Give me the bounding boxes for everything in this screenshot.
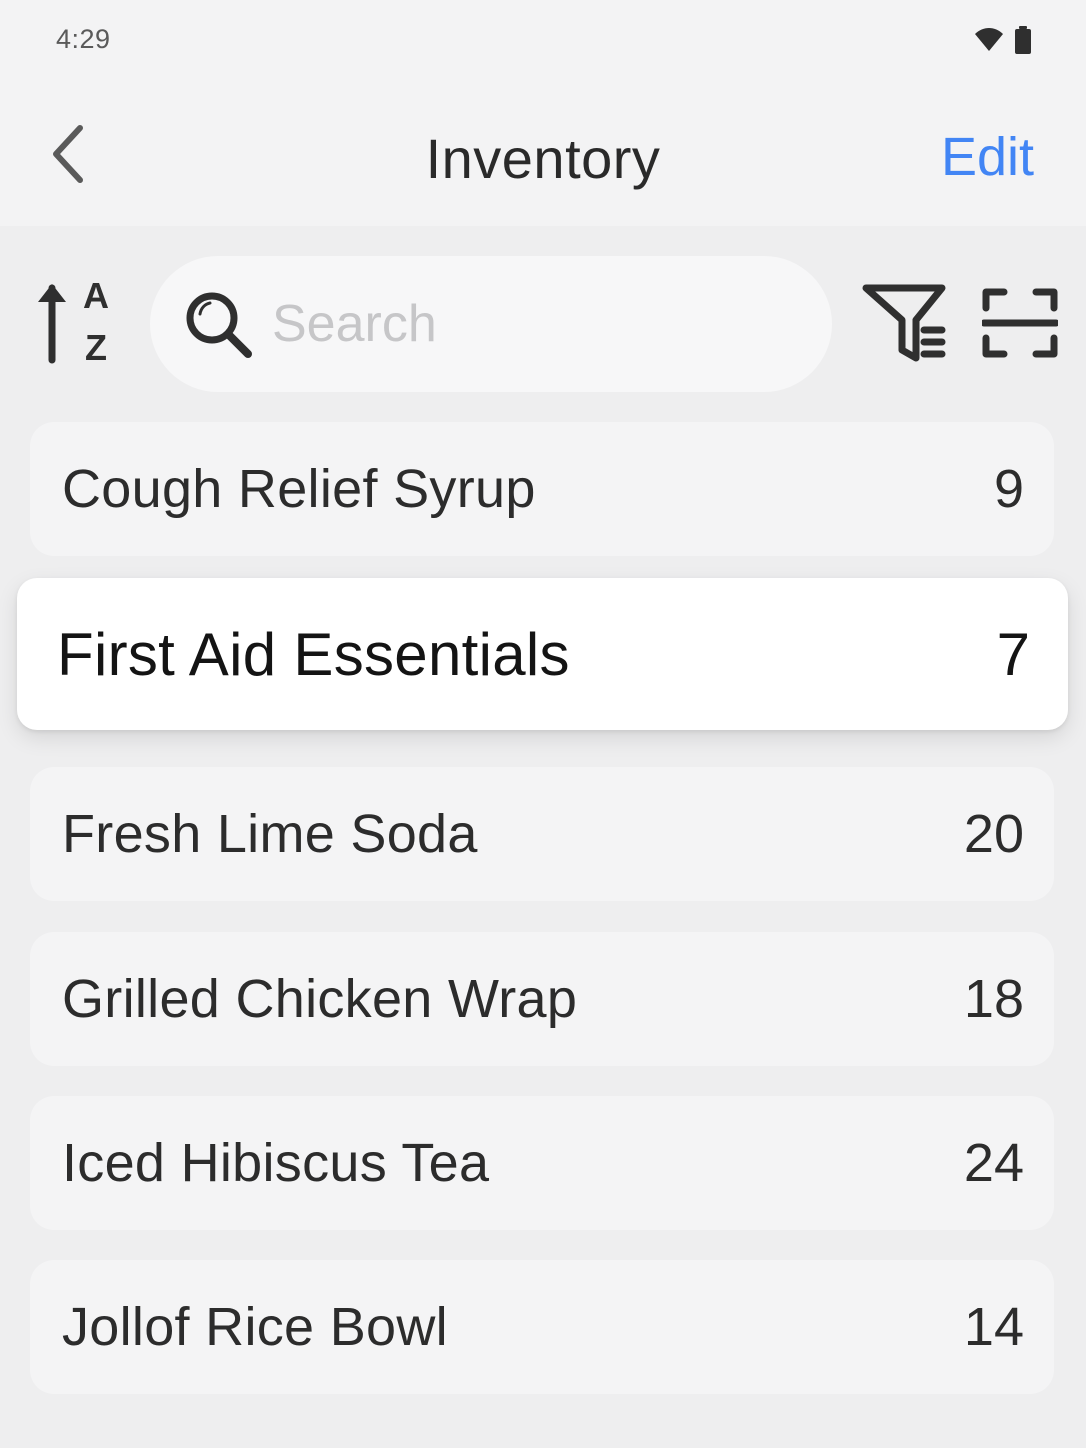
edit-button[interactable]: Edit xyxy=(941,126,1034,188)
item-name: First Aid Essentials xyxy=(57,620,570,688)
page-title: Inventory xyxy=(425,127,661,190)
item-name: Grilled Chicken Wrap xyxy=(62,969,578,1029)
item-count: 20 xyxy=(963,804,1024,864)
svg-text:Z: Z xyxy=(85,327,107,366)
search-bar[interactable] xyxy=(150,256,832,392)
item-name: Cough Relief Syrup xyxy=(62,459,536,519)
scan-button[interactable] xyxy=(980,286,1060,360)
search-input[interactable] xyxy=(272,284,792,364)
list-item[interactable]: Fresh Lime Soda 20 xyxy=(30,767,1054,901)
list-item[interactable]: Grilled Chicken Wrap 18 xyxy=(30,932,1054,1066)
filter-list-icon xyxy=(862,284,946,362)
list-item[interactable]: Cough Relief Syrup 9 xyxy=(30,422,1054,556)
filter-button[interactable] xyxy=(858,280,954,366)
toolbar: A Z xyxy=(0,226,1086,416)
item-count: 7 xyxy=(996,620,1030,688)
item-count: 9 xyxy=(993,459,1024,519)
status-time: 4:29 xyxy=(56,24,111,54)
item-name: Iced Hibiscus Tea xyxy=(62,1133,490,1193)
item-name: Fresh Lime Soda xyxy=(62,804,478,864)
status-bar: 4:29 xyxy=(0,0,1086,82)
status-icons xyxy=(974,26,1032,54)
list-item[interactable]: Iced Hibiscus Tea 24 xyxy=(30,1096,1054,1230)
battery-icon xyxy=(1015,26,1031,54)
item-count: 24 xyxy=(963,1133,1024,1193)
item-name: Jollof Rice Bowl xyxy=(62,1297,448,1357)
item-count: 14 xyxy=(963,1297,1024,1357)
navigation-bar: Inventory Edit xyxy=(0,82,1086,226)
sort-button[interactable]: A Z xyxy=(32,275,116,368)
search-icon xyxy=(186,292,252,358)
list-item-selected[interactable]: First Aid Essentials 7 xyxy=(17,578,1068,730)
svg-text:A: A xyxy=(83,276,109,316)
wifi-icon xyxy=(975,28,1003,51)
sort-alpha-ascending-icon: A Z xyxy=(38,275,109,368)
item-count: 18 xyxy=(963,969,1024,1029)
list-item[interactable]: Jollof Rice Bowl 14 xyxy=(30,1260,1054,1394)
barcode-scan-icon xyxy=(980,288,1060,358)
